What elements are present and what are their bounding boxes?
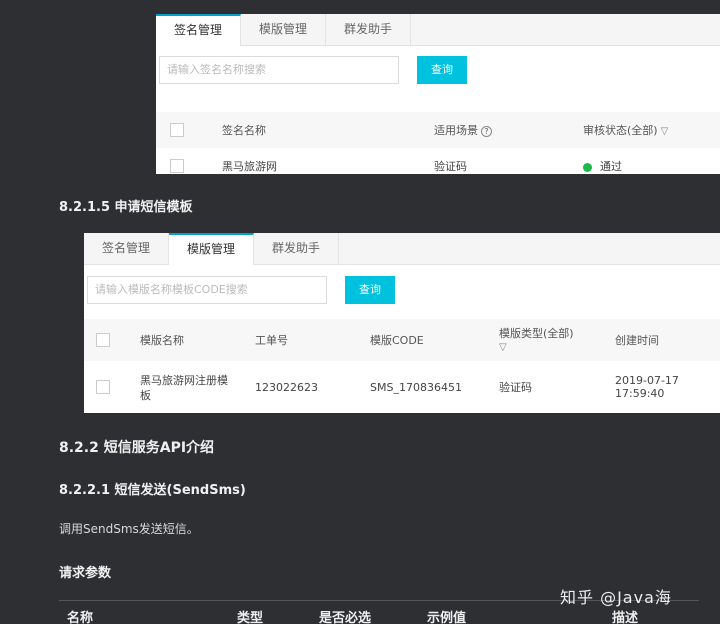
col-template-type[interactable]: 模版类型(全部) ▽ xyxy=(499,327,574,354)
row-checkbox[interactable] xyxy=(170,159,184,173)
row-status-label: 通过 xyxy=(600,160,622,173)
tab-template-management[interactable]: 模版管理 xyxy=(169,233,255,265)
col-order-number: 工单号 xyxy=(255,334,288,347)
watermark: 知乎 @Java海 xyxy=(560,588,672,607)
col-review-status[interactable]: 审核状态(全部) ▽ xyxy=(583,122,668,138)
tab-template-management[interactable]: 模版管理 xyxy=(241,14,327,45)
table-row: 黑马旅游网 验证码 通过 xyxy=(156,148,720,184)
table-row: 黑马旅游网注册模板 123022623 SMS_170836451 验证码 20… xyxy=(84,365,720,409)
template-panel: 签名管理 模版管理 群发助手 请输入模版名称模板CODE搜索 查询 模版名称 工… xyxy=(84,233,720,413)
panel2-table-header: 模版名称 工单号 模版CODE 模版类型(全部) ▽ 创建时间 xyxy=(84,319,720,361)
tab-signature-management[interactable]: 签名管理 xyxy=(156,14,242,46)
panel1-tabs: 签名管理 模版管理 群发助手 xyxy=(156,14,720,46)
col-template-type-label: 模版类型(全部) xyxy=(499,327,574,340)
param-col-example: 示例值 xyxy=(427,611,467,624)
col-scene: 适用场景? xyxy=(434,122,492,138)
tab-signature-management[interactable]: 签名管理 xyxy=(84,233,170,264)
tab-bulk-send-assistant[interactable]: 群发助手 xyxy=(326,14,412,45)
panel1-table-header: 签名名称 适用场景? 审核状态(全部) ▽ xyxy=(156,112,720,148)
select-all-checkbox[interactable] xyxy=(96,333,110,347)
col-template-name: 模版名称 xyxy=(140,334,184,347)
filter-icon[interactable]: ▽ xyxy=(661,126,669,137)
param-col-description: 描述 xyxy=(612,611,639,624)
signature-panel: 签名管理 模版管理 群发助手 请输入签名名称搜索 查询 签名名称 适用场景? 审… xyxy=(156,14,720,174)
section-heading-822: 8.2.2 短信服务API介绍 xyxy=(59,440,215,456)
row-signature-name: 黑马旅游网 xyxy=(222,160,277,173)
col-scene-label: 适用场景 xyxy=(434,124,478,137)
signature-search-input[interactable]: 请输入签名名称搜索 xyxy=(159,56,399,84)
param-col-name: 名称 xyxy=(67,611,94,624)
section-heading-8215: 8.2.1.5 申请短信模板 xyxy=(59,200,193,215)
row-template-code: SMS_170836451 xyxy=(370,380,462,394)
row-order-number: 123022623 xyxy=(255,380,318,394)
col-created-time: 创建时间 xyxy=(615,334,659,347)
panel1-query-button[interactable]: 查询 xyxy=(417,56,467,84)
description-text: 调用SendSms发送短信。 xyxy=(59,522,199,536)
panel2-query-button[interactable]: 查询 xyxy=(345,276,395,304)
col-template-code: 模版CODE xyxy=(370,334,424,347)
row-created-time: 2019-07-17 17:59:40 xyxy=(615,374,679,400)
help-icon[interactable]: ? xyxy=(481,125,492,137)
tab-bulk-send-assistant[interactable]: 群发助手 xyxy=(254,233,340,264)
col-review-status-label: 审核状态(全部) xyxy=(583,124,658,137)
row-checkbox[interactable] xyxy=(96,380,110,394)
col-signature-name: 签名名称 xyxy=(222,124,266,137)
row-status: 通过 xyxy=(583,158,622,174)
row-scene: 验证码 xyxy=(434,160,467,173)
filter-icon[interactable]: ▽ xyxy=(499,342,507,353)
row-template-type: 验证码 xyxy=(499,381,532,394)
status-dot-icon xyxy=(583,162,592,172)
panel2-tabs: 签名管理 模版管理 群发助手 xyxy=(84,233,720,265)
row-template-name: 黑马旅游网注册模板 xyxy=(140,374,228,402)
panel2-search-row: 请输入模版名称模板CODE搜索 查询 xyxy=(87,276,395,304)
section-heading-8221: 8.2.2.1 短信发送(SendSms) xyxy=(59,483,246,498)
param-col-type: 类型 xyxy=(237,611,264,624)
select-all-checkbox[interactable] xyxy=(170,123,184,137)
param-col-required: 是否必选 xyxy=(319,611,372,624)
panel1-search-row: 请输入签名名称搜索 查询 xyxy=(159,56,467,84)
request-params-title: 请求参数 xyxy=(59,566,112,581)
template-search-input[interactable]: 请输入模版名称模板CODE搜索 xyxy=(87,276,327,304)
